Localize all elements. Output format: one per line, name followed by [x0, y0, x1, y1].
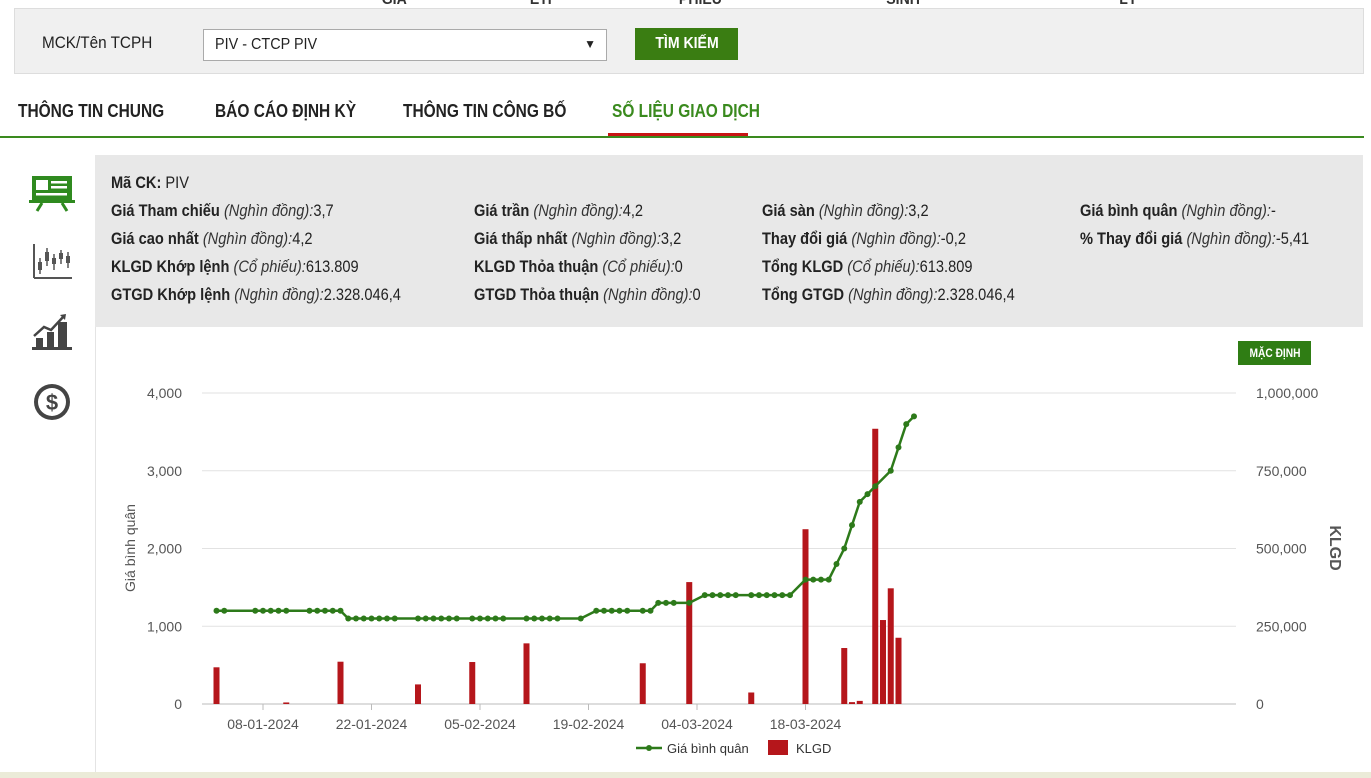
ref-price: Giá Tham chiếu (Nghìn đồng):3,7 [111, 201, 334, 220]
klgd-matched: KLGD Khớp lệnh (Cổ phiếu):613.809 [111, 257, 359, 276]
svg-text:$: $ [46, 390, 58, 415]
chart-area [95, 327, 1364, 778]
default-view-button[interactable]: MẶC ĐỊNH [1238, 341, 1311, 365]
ceiling-price: Giá trần (Nghìn đồng):4,2 [474, 201, 644, 220]
candlestick-chart-icon[interactable] [24, 240, 80, 284]
klgd-total: Tổng KLGD (Cổ phiếu):613.809 [762, 257, 973, 276]
tab-bar: THÔNG TIN CHUNG BÁO CÁO ĐỊNH KỲ THÔNG TI… [0, 96, 1364, 138]
tab-general-info[interactable]: THÔNG TIN CHUNG [18, 101, 164, 122]
bar-growth-chart-icon[interactable] [24, 310, 80, 354]
top-nav-cut: GIÁ ETF PHIẾU SINH LÝ [0, 0, 1371, 8]
bottom-strip [0, 772, 1371, 778]
gtgd-deal: GTGD Thỏa thuận (Nghìn đồng):0 [474, 285, 701, 304]
stock-code: Mã CK: PIV [111, 173, 190, 192]
price-change-pct: % Thay đổi giá (Nghìn đồng):-5,41 [1080, 229, 1310, 248]
tab-trading-data[interactable]: SỐ LIỆU GIAO DỊCH [612, 101, 760, 122]
top-nav-item[interactable]: PHIẾU [679, 0, 722, 8]
top-nav-item[interactable]: ETF [530, 0, 557, 8]
search-bar: MCK/Tên TCPH PIV - CTCP PIV ▼ TÌM KIẾM [14, 8, 1364, 74]
top-nav-item[interactable]: GIÁ [382, 0, 407, 8]
floor-price: Giá sàn (Nghìn đồng):3,2 [762, 201, 929, 220]
dropdown-arrow-icon: ▼ [584, 37, 596, 51]
price-change: Thay đổi giá (Nghìn đồng):-0,2 [762, 229, 966, 248]
top-nav-item[interactable]: LÝ [1119, 0, 1137, 8]
gtgd-total: Tổng GTGD (Nghìn đồng):2.328.046,4 [762, 285, 1015, 304]
gtgd-matched: GTGD Khớp lệnh (Nghìn đồng):2.328.046,4 [111, 285, 401, 304]
company-select-value: PIV - CTCP PIV [215, 36, 318, 53]
tab-periodic-reports[interactable]: BÁO CÁO ĐỊNH KỲ [215, 101, 356, 122]
search-label: MCK/Tên TCPH [42, 33, 153, 52]
presentation-board-icon[interactable] [24, 170, 80, 214]
tab-disclosures[interactable]: THÔNG TIN CÔNG BỐ [403, 101, 566, 122]
low-price: Giá thấp nhất (Nghìn đồng):3,2 [474, 229, 682, 248]
high-price: Giá cao nhất (Nghìn đồng):4,2 [111, 229, 313, 248]
company-select[interactable]: PIV - CTCP PIV ▼ [203, 29, 607, 61]
search-button[interactable]: TÌM KIẾM [635, 28, 738, 60]
average-price: Giá bình quân (Nghìn đồng):- [1080, 201, 1276, 220]
top-nav-item[interactable]: SINH [886, 0, 920, 8]
trading-info-panel: Mã CK: PIV Giá Tham chiếu (Nghìn đồng):3… [95, 155, 1363, 327]
klgd-deal: KLGD Thỏa thuận (Cổ phiếu):0 [474, 257, 683, 276]
dollar-coin-icon[interactable]: $ [24, 380, 80, 424]
active-tab-underline [608, 133, 748, 136]
